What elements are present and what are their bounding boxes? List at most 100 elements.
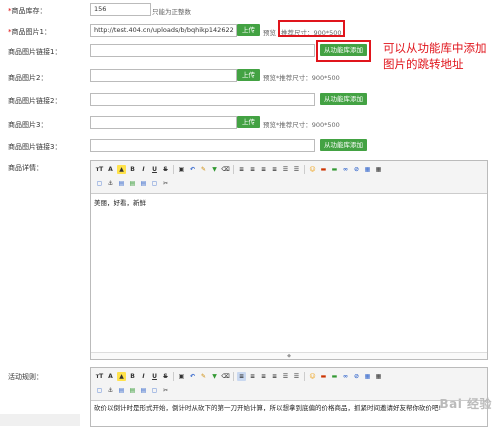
rules-editor[interactable]: тT A ▲ B I U S ▣ ↶ ✎ ▼ ⌫ ≡ ≡ ≡ ≡ ☰ ☰ ☺ ▬… xyxy=(90,367,488,427)
emoticon-icon[interactable]: ☺ xyxy=(308,372,317,381)
format-icon[interactable]: ▼ xyxy=(210,372,219,381)
paste-icon[interactable]: ▣ xyxy=(177,165,186,174)
image1-upload-button[interactable]: 上传 xyxy=(237,24,260,36)
format-icon[interactable]: ▼ xyxy=(210,165,219,174)
align-center-icon[interactable]: ≡ xyxy=(248,372,257,381)
image1-preview-link[interactable]: 预览 xyxy=(263,27,276,37)
annotation-text: 可以从功能库中添加图片的跳转地址 xyxy=(383,41,487,71)
media-icon[interactable]: ▬ xyxy=(330,372,339,381)
align-justify-icon[interactable]: ≡ xyxy=(270,372,279,381)
template-icon[interactable]: ▤ xyxy=(139,179,148,188)
brush-icon[interactable]: ✎ xyxy=(199,165,208,174)
paste-icon[interactable]: ▣ xyxy=(177,372,186,381)
cut-icon[interactable]: ✂ xyxy=(161,386,170,395)
fullscreen-icon[interactable]: ▢ xyxy=(150,386,159,395)
undo-icon[interactable]: ↶ xyxy=(188,372,197,381)
image2-hint: 预览*推荐尺寸：900*500 xyxy=(263,74,340,82)
image-link2-label: 商品图片链接2： xyxy=(8,97,62,105)
unlink-icon[interactable]: ⊘ xyxy=(352,165,361,174)
brush-icon[interactable]: ✎ xyxy=(199,372,208,381)
underline-icon[interactable]: U xyxy=(150,165,159,174)
code-icon[interactable]: ▤ xyxy=(128,179,137,188)
size-highlight-box xyxy=(278,20,345,37)
image-link3-label: 商品图片链接3： xyxy=(8,143,62,151)
bold-icon[interactable]: B xyxy=(128,165,137,174)
image3-input[interactable] xyxy=(90,116,237,129)
details-content[interactable]: 美丽，好看，新鲜 xyxy=(91,194,487,210)
details-editor[interactable]: тT A ▲ B I U S ▣ ↶ ✎ ▼ ⌫ ≡ ≡ ≡ ≡ ☰ ☰ ☺ ▬… xyxy=(90,160,488,360)
image1-label: *商品图片1： xyxy=(8,28,51,36)
align-justify-icon[interactable]: ≡ xyxy=(270,165,279,174)
font-family-icon[interactable]: A xyxy=(106,372,115,381)
align-left-icon[interactable]: ≡ xyxy=(237,371,246,381)
image1-input[interactable]: http://test.404.cn/uploads/b/bqhikp14262… xyxy=(90,24,237,37)
image2-label: 商品图片2： xyxy=(8,74,48,82)
image-icon[interactable]: ▬ xyxy=(319,372,328,381)
align-right-icon[interactable]: ≡ xyxy=(259,165,268,174)
preview-icon[interactable]: ▢ xyxy=(95,179,104,188)
bold-icon[interactable]: B xyxy=(128,372,137,381)
rules-content[interactable]: 砍价以倒计时是形式开始，倒计时从砍下的第一刀开始计算，所以想拿到底偏的价格商品，… xyxy=(91,401,487,416)
rules-toolbar: тT A ▲ B I U S ▣ ↶ ✎ ▼ ⌫ ≡ ≡ ≡ ≡ ☰ ☰ ☺ ▬… xyxy=(91,368,487,401)
image-link3-library-button[interactable]: 从功能库添加 xyxy=(320,139,367,151)
strikethrough-icon[interactable]: S xyxy=(161,372,170,381)
unordered-list-icon[interactable]: ☰ xyxy=(292,165,301,174)
align-center-icon[interactable]: ≡ xyxy=(248,165,257,174)
table-icon[interactable]: ▦ xyxy=(363,165,372,174)
eraser-icon[interactable]: ⌫ xyxy=(221,372,230,381)
undo-icon[interactable]: ↶ xyxy=(188,165,197,174)
ordered-list-icon[interactable]: ☰ xyxy=(281,165,290,174)
anchor-icon[interactable]: ⚓ xyxy=(106,386,115,395)
stock-hint: 只能为正整数 xyxy=(152,8,191,16)
image3-upload-button[interactable]: 上传 xyxy=(237,116,260,128)
template-icon[interactable]: ▤ xyxy=(139,386,148,395)
image-link2-library-button[interactable]: 从功能库添加 xyxy=(320,93,367,105)
image-link3-input[interactable] xyxy=(90,139,315,152)
details-resize-handle[interactable]: ◆ xyxy=(91,352,487,359)
italic-icon[interactable]: I xyxy=(139,372,148,381)
rules-label: 活动规则： xyxy=(8,373,43,381)
table-icon[interactable]: ▦ xyxy=(363,372,372,381)
highlight-icon[interactable]: ▲ xyxy=(117,371,126,381)
library-highlight-box xyxy=(316,40,371,62)
highlight-icon[interactable]: ▲ xyxy=(117,164,126,174)
image2-input[interactable] xyxy=(90,69,237,82)
grid-icon[interactable]: ▦ xyxy=(374,372,383,381)
flash-icon[interactable]: ▤ xyxy=(117,179,126,188)
anchor-icon[interactable]: ⚓ xyxy=(106,179,115,188)
eraser-icon[interactable]: ⌫ xyxy=(221,165,230,174)
italic-icon[interactable]: I xyxy=(139,165,148,174)
baidu-watermark: Bai 经验 xyxy=(439,397,492,411)
code-icon[interactable]: ▤ xyxy=(128,386,137,395)
left-panel-edge xyxy=(0,414,80,426)
flash-icon[interactable]: ▤ xyxy=(117,386,126,395)
align-left-icon[interactable]: ≡ xyxy=(237,165,246,174)
image2-upload-button[interactable]: 上传 xyxy=(237,69,260,81)
underline-icon[interactable]: U xyxy=(150,372,159,381)
cut-icon[interactable]: ✂ xyxy=(161,179,170,188)
stock-label: *商品库存： xyxy=(8,7,47,15)
stock-input[interactable]: 156 xyxy=(90,3,151,16)
font-size-icon[interactable]: тT xyxy=(95,372,104,381)
details-label: 商品详情： xyxy=(8,164,43,172)
unordered-list-icon[interactable]: ☰ xyxy=(292,372,301,381)
image-icon[interactable]: ▬ xyxy=(319,165,328,174)
image3-label: 商品图片3： xyxy=(8,121,48,129)
emoticon-icon[interactable]: ☺ xyxy=(308,165,317,174)
strikethrough-icon[interactable]: S xyxy=(161,165,170,174)
unlink-icon[interactable]: ⊘ xyxy=(352,372,361,381)
font-size-icon[interactable]: тT xyxy=(95,165,104,174)
preview-icon[interactable]: ▢ xyxy=(95,386,104,395)
image-link1-input[interactable] xyxy=(90,44,315,57)
link-icon[interactable]: ∞ xyxy=(341,165,350,174)
image-link1-label: 商品图片链接1： xyxy=(8,48,62,56)
font-family-icon[interactable]: A xyxy=(106,165,115,174)
details-toolbar: тT A ▲ B I U S ▣ ↶ ✎ ▼ ⌫ ≡ ≡ ≡ ≡ ☰ ☰ ☺ ▬… xyxy=(91,161,487,194)
ordered-list-icon[interactable]: ☰ xyxy=(281,372,290,381)
fullscreen-icon[interactable]: ▢ xyxy=(150,179,159,188)
grid-icon[interactable]: ▦ xyxy=(374,165,383,174)
media-icon[interactable]: ▬ xyxy=(330,165,339,174)
image-link2-input[interactable] xyxy=(90,93,315,106)
link-icon[interactable]: ∞ xyxy=(341,372,350,381)
align-right-icon[interactable]: ≡ xyxy=(259,372,268,381)
